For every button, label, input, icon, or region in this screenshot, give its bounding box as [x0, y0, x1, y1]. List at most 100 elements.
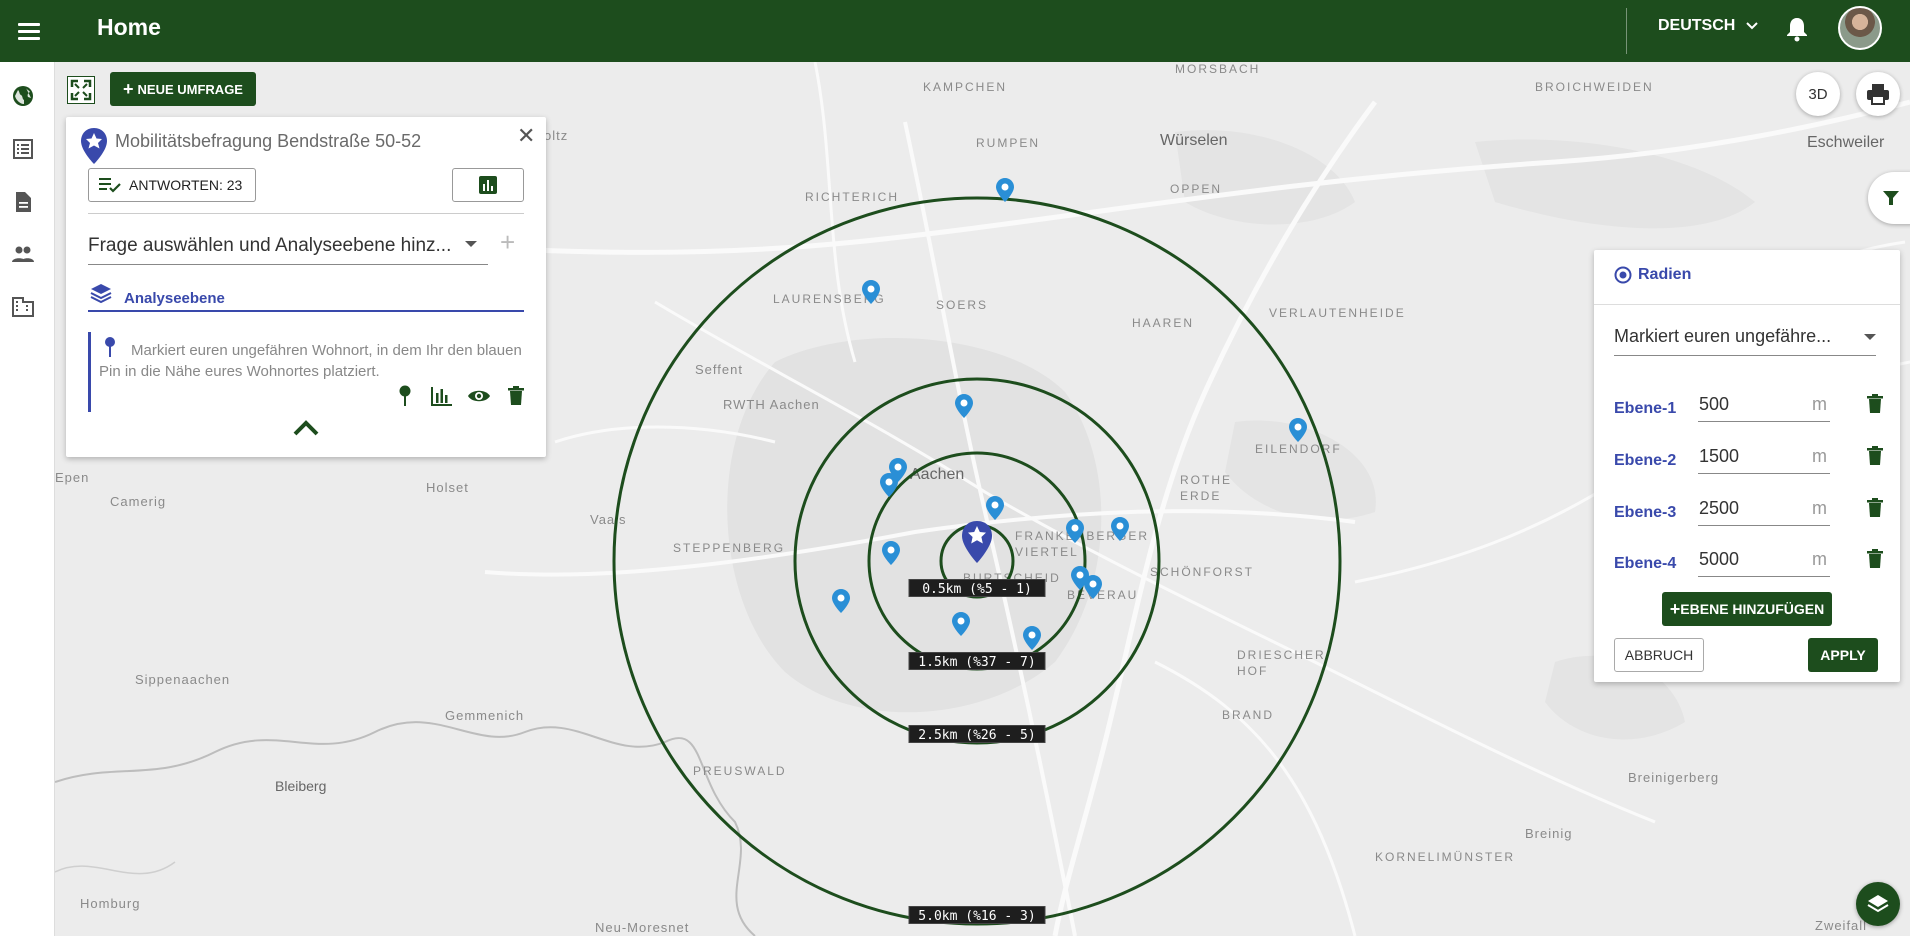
language-select[interactable]: DEUTSCH — [1658, 17, 1759, 35]
add-layer-button[interactable]: + — [500, 227, 515, 258]
trash-icon[interactable] — [1866, 549, 1884, 569]
fullscreen-icon — [70, 79, 92, 101]
bar-chart-icon — [479, 176, 497, 194]
layers-icon — [1867, 895, 1889, 913]
level-radius-input[interactable]: 1500 — [1698, 440, 1830, 474]
radius-divider — [1594, 304, 1900, 305]
language-label: DEUTSCH — [1658, 17, 1736, 34]
response-pin[interactable] — [986, 496, 1004, 520]
add-level-label: EBENE HINZUFÜGEN — [1680, 601, 1825, 617]
response-pin[interactable] — [1111, 517, 1129, 541]
plus-icon: + — [1669, 599, 1681, 619]
level-unit: m — [1812, 394, 1827, 414]
level-row-4: Ebene-4 5000 m — [1614, 541, 1884, 581]
radius-question-select[interactable]: Markiert euren ungefähre... — [1614, 320, 1876, 356]
response-pin[interactable] — [880, 473, 898, 497]
level-radius-input[interactable]: 2500 — [1698, 492, 1830, 526]
abort-button[interactable]: ABBRUCH — [1614, 638, 1704, 672]
trash-icon[interactable] — [1866, 394, 1884, 414]
survey-panel: Mobilitätsbefragung Bendstraße 50-52 ✕ A… — [66, 117, 546, 457]
svg-text:0.5km (%5 - 1): 0.5km (%5 - 1) — [922, 582, 1032, 597]
level-unit: m — [1812, 498, 1827, 518]
histogram-icon[interactable] — [430, 384, 454, 408]
analysis-layer-card: Markiert euren ungefähren Wohnort, in de… — [88, 332, 524, 412]
checklist-icon — [99, 178, 121, 193]
sidebar — [0, 62, 55, 936]
eye-icon[interactable] — [467, 384, 491, 408]
svg-text:1.5km (%37 - 7): 1.5km (%37 - 7) — [918, 655, 1035, 670]
level-row-3: Ebene-3 2500 m — [1614, 490, 1884, 530]
pin-icon[interactable] — [393, 384, 417, 408]
layer-question-text: Markiert euren ungefähren Wohnort, in de… — [99, 342, 522, 380]
document-icon[interactable] — [11, 190, 35, 214]
filter-icon — [1883, 191, 1899, 205]
new-survey-button[interactable]: + NEUE UMFRAGE — [110, 72, 256, 106]
menu-icon[interactable] — [18, 16, 48, 46]
response-pin[interactable] — [955, 394, 973, 418]
radius-header: Radien — [1614, 266, 1691, 284]
level-name: Ebene-3 — [1614, 504, 1677, 521]
apply-button[interactable]: APPLY — [1808, 638, 1878, 672]
statistics-button[interactable] — [452, 168, 524, 202]
ring-label: 5.0km (%16 - 3) — [908, 906, 1046, 924]
response-pin[interactable] — [1084, 575, 1102, 599]
topbar-divider — [1626, 8, 1627, 54]
ring-label: 0.5km (%5 - 1) — [908, 579, 1046, 597]
building-icon[interactable] — [11, 295, 35, 319]
top-app-bar: Home DEUTSCH — [0, 0, 1910, 62]
level-row-2: Ebene-2 1500 m — [1614, 438, 1884, 478]
print-button[interactable] — [1856, 72, 1900, 116]
analysis-layer-header[interactable]: Analyseebene — [88, 282, 524, 312]
radius-panel: Radien Markiert euren ungefähre... Ebene… — [1594, 250, 1900, 682]
people-icon[interactable] — [11, 242, 35, 266]
level-radius-input[interactable]: 500 — [1698, 388, 1830, 422]
ring-label: 1.5km (%37 - 7) — [908, 652, 1046, 670]
dropdown-caret-icon — [1864, 334, 1876, 340]
chevron-down-icon — [1746, 22, 1759, 30]
response-pin[interactable] — [1289, 418, 1307, 442]
layers-icon — [90, 284, 112, 304]
level-radius-input[interactable]: 5000 — [1698, 543, 1830, 577]
plus-icon: + — [123, 79, 134, 99]
svg-text:2.5km (%26 - 5): 2.5km (%26 - 5) — [918, 728, 1035, 743]
level-name: Ebene-1 — [1614, 400, 1677, 417]
radio-target-icon — [1614, 266, 1632, 284]
response-pin[interactable] — [882, 541, 900, 565]
close-icon[interactable]: ✕ — [517, 123, 535, 149]
answers-button[interactable]: ANTWORTEN: 23 — [88, 168, 256, 202]
print-icon — [1867, 84, 1889, 105]
trash-icon[interactable] — [504, 384, 528, 408]
trash-icon[interactable] — [1866, 446, 1884, 466]
survey-location-pin[interactable] — [962, 521, 992, 563]
response-pin[interactable] — [862, 280, 880, 304]
fullscreen-button[interactable] — [67, 76, 95, 104]
radius-title: Radien — [1638, 266, 1692, 283]
bell-icon[interactable] — [1785, 16, 1809, 42]
dropdown-caret-icon — [465, 241, 477, 247]
response-pin[interactable] — [952, 612, 970, 636]
survey-title: Mobilitätsbefragung Bendstraße 50-52 — [115, 131, 422, 151]
map-layers-button[interactable] — [1856, 882, 1900, 926]
chevron-up-icon[interactable] — [292, 419, 320, 437]
globe-icon[interactable] — [11, 84, 35, 108]
avatar[interactable] — [1838, 6, 1882, 50]
trash-icon[interactable] — [1866, 498, 1884, 518]
list-icon[interactable] — [11, 137, 35, 161]
ring-label: 2.5km (%26 - 5) — [908, 725, 1046, 743]
analysis-label: Analyseebene — [124, 290, 225, 307]
add-level-button[interactable]: + EBENE HINZUFÜGEN — [1662, 592, 1832, 626]
level-row-1: Ebene-1 500 m — [1614, 386, 1884, 426]
answers-label: ANTWORTEN: 23 — [129, 177, 243, 193]
level-unit: m — [1812, 446, 1827, 466]
response-pin[interactable] — [832, 589, 850, 613]
panel-divider — [88, 213, 524, 214]
svg-text:5.0km (%16 - 3): 5.0km (%16 - 3) — [918, 909, 1035, 924]
level-name: Ebene-4 — [1614, 555, 1677, 572]
response-pin[interactable] — [1023, 626, 1041, 650]
question-select[interactable]: Frage auswählen und Analyseebene hinz... — [88, 229, 488, 265]
new-survey-label: NEUE UMFRAGE — [137, 81, 243, 97]
3d-toggle-button[interactable]: 3D — [1796, 72, 1840, 116]
layer-tools — [393, 384, 528, 408]
3d-label: 3D — [1808, 85, 1828, 103]
level-unit: m — [1812, 549, 1827, 569]
